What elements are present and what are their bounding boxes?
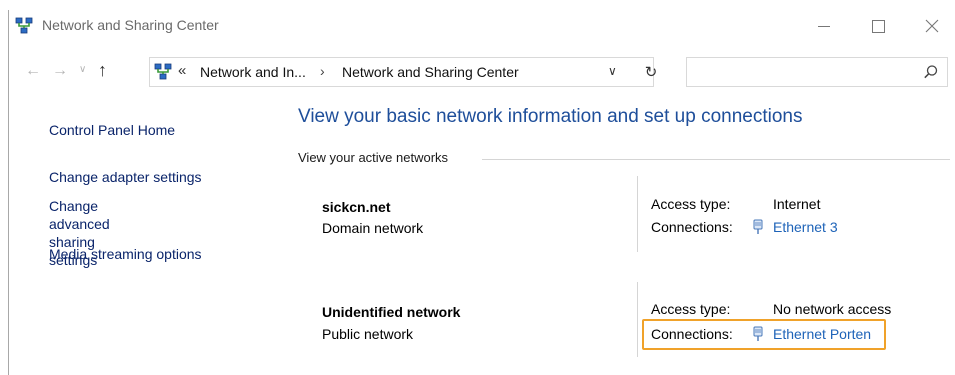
access-type-value: Internet [773, 196, 821, 212]
network-icon [15, 17, 33, 35]
network-category: Domain network [322, 220, 424, 236]
breadcrumb-separator[interactable]: › [320, 63, 325, 79]
network-category: Public network [322, 326, 414, 342]
ethernet-icon [753, 219, 763, 234]
ethernet-3-link[interactable]: Ethernet 3 [773, 219, 838, 235]
network-divider [637, 176, 638, 252]
network-name: Unidentified network [322, 304, 461, 320]
close-icon [925, 19, 939, 33]
maximize-button[interactable] [856, 12, 900, 40]
section-label: View your active networks [298, 150, 449, 165]
section-divider [482, 159, 950, 160]
breadcrumb-overflow-button[interactable]: « [178, 62, 186, 79]
search-icon[interactable] [923, 64, 939, 80]
address-dropdown-button[interactable]: ∨ [608, 64, 617, 78]
search-box[interactable] [686, 57, 948, 87]
media-streaming-options-link[interactable]: Media streaming options [49, 245, 202, 263]
network-sharing-center-window: Network and Sharing Center ← → ∨ ↑ « Net… [0, 0, 955, 375]
access-type-label: Access type: [651, 301, 731, 317]
breadcrumb-network-sharing-center[interactable]: Network and Sharing Center [342, 64, 519, 80]
arrow-right-icon[interactable]: → [52, 62, 68, 80]
page-title: View your basic network information and … [298, 106, 803, 127]
arrow-left-icon[interactable]: ← [25, 62, 41, 80]
change-adapter-settings-link[interactable]: Change adapter settings [49, 168, 202, 186]
access-type-value: No network access [773, 301, 892, 317]
refresh-icon: ↻ [644, 64, 658, 81]
control-panel-home-link[interactable]: Control Panel Home [49, 121, 175, 139]
window-title: Network and Sharing Center [42, 17, 219, 33]
highlight-box [642, 319, 886, 350]
network-name: sickcn.net [322, 199, 391, 215]
breadcrumb-network-internet[interactable]: Network and In... [200, 64, 306, 80]
connections-label: Connections: [651, 219, 733, 235]
chevron-down-icon[interactable]: ∨ [79, 64, 86, 75]
network-icon [154, 63, 172, 81]
close-button[interactable] [910, 12, 954, 40]
navigation-bar: ← → ∨ ↑ « Network and In... › Network an… [0, 52, 955, 92]
minimize-button[interactable] [802, 12, 846, 40]
minimize-icon [818, 25, 830, 27]
refresh-button[interactable]: ↻ [632, 63, 670, 85]
maximize-icon [871, 19, 885, 33]
search-input[interactable] [693, 62, 917, 84]
address-bar[interactable]: « Network and In... › Network and Sharin… [149, 57, 654, 87]
title-bar: Network and Sharing Center [0, 0, 955, 50]
network-divider [637, 282, 638, 357]
access-type-label: Access type: [651, 196, 731, 212]
arrow-up-icon[interactable]: ↑ [98, 60, 107, 81]
